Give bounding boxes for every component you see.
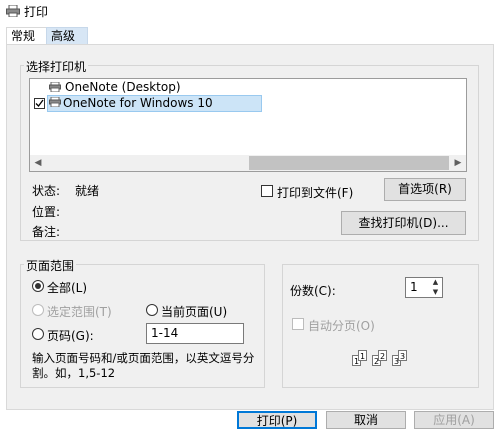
copies-label: 份数(C):: [290, 284, 336, 298]
cancel-button[interactable]: 取消: [326, 411, 406, 429]
collate-page-icon: 3: [398, 350, 407, 361]
range-pages-label: 页码(G):: [47, 329, 94, 343]
copies-spinner[interactable]: ▲ ▼: [429, 278, 442, 297]
range-all-label: 全部(L): [47, 281, 88, 295]
collate-label: 自动分页(O): [308, 319, 375, 333]
title-bar: 打印: [0, 0, 500, 22]
printer-name: OneNote (Desktop): [65, 80, 181, 94]
scroll-thumb[interactable]: [249, 156, 449, 170]
checkmark-icon: [35, 99, 44, 107]
printer-list-scrollbar[interactable]: ◀ ▶: [30, 155, 466, 171]
collate-page-icon: 1: [358, 350, 367, 361]
range-selection-label: 选定范围(T): [47, 305, 112, 319]
range-current-radio[interactable]: [146, 304, 158, 316]
tab-strip: 常规 高级: [0, 27, 500, 45]
status-value: 就绪: [75, 184, 100, 198]
print-button[interactable]: 打印(P): [237, 411, 317, 429]
page-range-title: 页面范围: [24, 257, 77, 274]
tab-advanced[interactable]: 高级: [46, 27, 88, 44]
range-pages-radio[interactable]: [32, 328, 44, 340]
pages-input[interactable]: 1-14: [146, 323, 244, 344]
printer-group-title: 选择打印机: [24, 58, 89, 75]
spin-up-icon[interactable]: ▲: [429, 278, 442, 287]
collate-page-icon: 2: [378, 350, 387, 361]
page-range-hint: 输入页面号码和/或页面范围，以英文逗号分割。如，1,5-12: [32, 351, 255, 380]
range-selection-radio[interactable]: [32, 304, 44, 316]
scroll-left-icon[interactable]: ◀: [30, 155, 46, 171]
status-label: 状态:: [32, 184, 61, 198]
spin-down-icon[interactable]: ▼: [429, 288, 442, 297]
printer-icon: [49, 82, 61, 92]
collate-checkbox[interactable]: [292, 318, 304, 330]
location-label: 位置:: [32, 205, 61, 219]
printer-icon: [6, 5, 20, 17]
printer-icon: [49, 97, 61, 107]
apply-button[interactable]: 应用(A): [414, 411, 494, 429]
scroll-right-icon[interactable]: ▶: [450, 155, 466, 171]
printer-name: OneNote for Windows 10: [63, 96, 213, 110]
comment-label: 备注:: [32, 225, 61, 239]
window-title: 打印: [24, 5, 49, 19]
find-printer-button[interactable]: 查找打印机(D)...: [341, 211, 466, 235]
print-to-file-checkbox[interactable]: [261, 185, 273, 197]
collate-illustration: 1 1 2 2 3 3: [352, 350, 412, 370]
printer-item-onenote-win10[interactable]: OneNote for Windows 10: [47, 95, 262, 112]
range-all-radio[interactable]: [32, 280, 44, 292]
printer-item-onenote-desktop[interactable]: OneNote (Desktop): [33, 80, 263, 95]
print-to-file-label: 打印到文件(F): [277, 186, 354, 200]
range-current-label: 当前页面(U): [161, 305, 228, 319]
default-printer-check: [34, 98, 45, 109]
preferences-button[interactable]: 首选项(R): [384, 178, 466, 201]
